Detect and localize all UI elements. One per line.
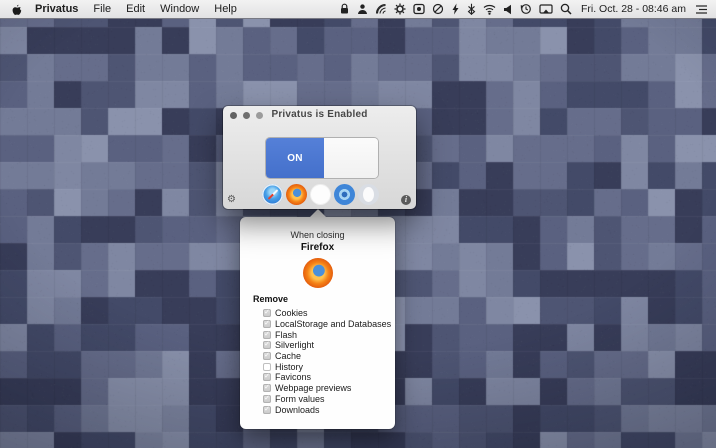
- chrome-icon[interactable]: [310, 184, 331, 205]
- checkbox-label: Downloads: [275, 405, 320, 415]
- checkbox-favicons[interactable]: [263, 373, 271, 381]
- flash-icon[interactable]: [451, 3, 460, 15]
- opera-icon[interactable]: [358, 184, 379, 205]
- checkbox-cookies[interactable]: [263, 309, 271, 317]
- checkbox-label: Webpage previews: [275, 383, 351, 393]
- settings-gear-icon[interactable]: ⚙: [227, 195, 236, 205]
- checkbox-localstorage[interactable]: [263, 320, 271, 328]
- firefox-large-icon: [303, 258, 333, 288]
- check-row-downloads: Downloads: [263, 404, 395, 415]
- menu-item-edit[interactable]: Edit: [126, 3, 145, 15]
- toggle-on-segment[interactable]: ON: [266, 138, 324, 178]
- wifi-icon[interactable]: [483, 4, 496, 15]
- checkbox-label: Favicons: [275, 372, 311, 382]
- checkbox-label: LocalStorage and Databases: [275, 319, 391, 329]
- do-not-disturb-icon[interactable]: [432, 3, 444, 15]
- bluetooth-icon[interactable]: [467, 3, 476, 15]
- spotlight-icon[interactable]: [560, 3, 572, 15]
- volume-icon[interactable]: [503, 4, 513, 15]
- chromium-icon[interactable]: [334, 184, 355, 205]
- menu-bar-status-area: Fri. Oct. 28 - 08:46 am: [339, 3, 716, 15]
- check-row-form-values: Form values: [263, 394, 395, 405]
- minimize-button[interactable]: [243, 112, 250, 119]
- checkbox-label: Form values: [275, 394, 325, 404]
- check-row-webpage-previews: Webpage previews: [263, 383, 395, 394]
- window-titlebar[interactable]: Privatus is Enabled: [223, 106, 416, 123]
- privacy-toggle[interactable]: ON: [266, 138, 378, 178]
- popover-browser-name: Firefox: [240, 242, 395, 253]
- checkbox-label: Cookies: [275, 308, 308, 318]
- browser-icon-row: [262, 184, 379, 205]
- menu-item-app[interactable]: Privatus: [35, 3, 78, 15]
- checkbox-cache[interactable]: [263, 352, 271, 360]
- checkbox-webpage-previews[interactable]: [263, 384, 271, 392]
- user-icon[interactable]: [357, 3, 368, 15]
- check-row-silverlight: Silverlight: [263, 340, 395, 351]
- safari-icon[interactable]: [262, 184, 283, 205]
- menu-item-file[interactable]: File: [93, 3, 111, 15]
- traffic-lights: [230, 112, 263, 119]
- menu-bar: Privatus File Edit Window Help: [0, 0, 716, 19]
- close-button[interactable]: [230, 112, 237, 119]
- menu-item-help[interactable]: Help: [214, 3, 237, 15]
- check-row-favicons: Favicons: [263, 372, 395, 383]
- airplay-display-icon[interactable]: [539, 4, 553, 15]
- checkbox-label: Flash: [275, 330, 297, 340]
- checkbox-label: Cache: [275, 351, 301, 361]
- check-row-flash: Flash: [263, 329, 395, 340]
- info-icon[interactable]: i: [401, 195, 411, 205]
- firefox-icon[interactable]: [286, 184, 307, 205]
- check-row-localstorage: LocalStorage and Databases: [263, 319, 395, 330]
- checkbox-silverlight[interactable]: [263, 341, 271, 349]
- gear-icon[interactable]: [394, 3, 406, 15]
- checkbox-label: Silverlight: [275, 340, 314, 350]
- checkbox-flash[interactable]: [263, 331, 271, 339]
- firefox-settings-popover: When closing Firefox Remove Cookies Loca…: [240, 217, 395, 429]
- popover-heading: When closing: [240, 230, 395, 240]
- apple-menu-icon[interactable]: [10, 3, 22, 16]
- menu-item-window[interactable]: Window: [160, 3, 199, 15]
- checkbox-history[interactable]: [263, 363, 271, 371]
- checkbox-label: History: [275, 362, 303, 372]
- popover-arrow: [310, 209, 326, 217]
- menu-bar-clock[interactable]: Fri. Oct. 28 - 08:46 am: [581, 3, 686, 15]
- fan-icon[interactable]: [375, 3, 387, 15]
- checkbox-form-values[interactable]: [263, 395, 271, 403]
- notification-center-icon[interactable]: [695, 4, 708, 15]
- check-row-cache: Cache: [263, 351, 395, 362]
- checkbox-downloads[interactable]: [263, 406, 271, 414]
- remove-section-label: Remove: [253, 294, 395, 304]
- check-row-history: History: [263, 361, 395, 372]
- time-machine-icon[interactable]: [520, 3, 532, 15]
- zoom-button[interactable]: [256, 112, 263, 119]
- lock-icon[interactable]: [339, 3, 350, 15]
- toggle-off-segment[interactable]: [324, 138, 378, 178]
- menu-bar-left: Privatus File Edit Window Help: [0, 3, 339, 16]
- screen-recorder-icon[interactable]: [413, 3, 425, 15]
- check-row-cookies: Cookies: [263, 308, 395, 319]
- remove-checklist: Cookies LocalStorage and Databases Flash…: [263, 308, 395, 415]
- privatus-window: Privatus is Enabled ON ⚙ i: [223, 106, 416, 209]
